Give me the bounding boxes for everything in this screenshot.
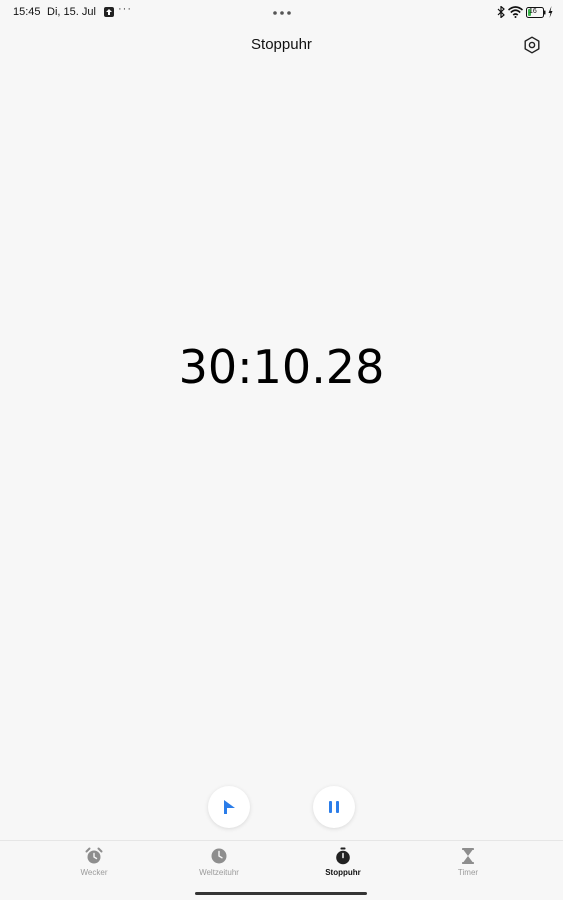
stopwatch-icon xyxy=(336,847,350,865)
clock-app-screen: 15:45 Di, 15. Jul ··· 16 Stoppuhr 30:10.… xyxy=(0,0,563,900)
clock-icon xyxy=(211,848,227,864)
tab-label: Stoppuhr xyxy=(325,868,361,877)
home-indicator[interactable] xyxy=(195,892,367,895)
stopwatch-elapsed-time: 30:10.28 xyxy=(178,340,385,394)
tab-label: Timer xyxy=(457,868,479,877)
tab-label: Weltzeituhr xyxy=(199,868,239,877)
pause-button[interactable] xyxy=(313,786,355,828)
bluetooth-icon xyxy=(497,6,505,18)
tab-stoppuhr[interactable]: Stoppuhr xyxy=(308,847,378,881)
flag-icon xyxy=(224,800,235,814)
tab-weltzeituhr[interactable]: Weltzeituhr xyxy=(184,847,254,881)
status-date: Di, 15. Jul xyxy=(47,6,96,18)
status-time: 15:45 xyxy=(13,6,41,18)
tab-label: Wecker xyxy=(80,868,108,877)
tab-timer[interactable]: Timer xyxy=(433,847,503,881)
battery-level-text: 16 xyxy=(529,8,537,15)
multitask-dots-icon[interactable] xyxy=(273,11,291,15)
more-notifications-indicator: ··· xyxy=(118,3,132,15)
charging-icon xyxy=(548,6,553,18)
alarm-clock-icon xyxy=(85,847,103,864)
tab-wecker[interactable]: Wecker xyxy=(59,847,129,881)
notification-app-icon xyxy=(104,7,114,17)
hourglass-icon xyxy=(462,848,474,864)
bottom-navigation: Wecker Weltzeituhr Stoppuhr Timer xyxy=(0,840,563,900)
page-title: Stoppuhr xyxy=(251,36,312,53)
settings-hexagon-icon[interactable] xyxy=(522,35,542,55)
pause-icon xyxy=(329,801,339,813)
wifi-icon xyxy=(508,6,523,18)
status-bar: 15:45 Di, 15. Jul ··· 16 xyxy=(0,0,563,24)
lap-button[interactable] xyxy=(208,786,250,828)
